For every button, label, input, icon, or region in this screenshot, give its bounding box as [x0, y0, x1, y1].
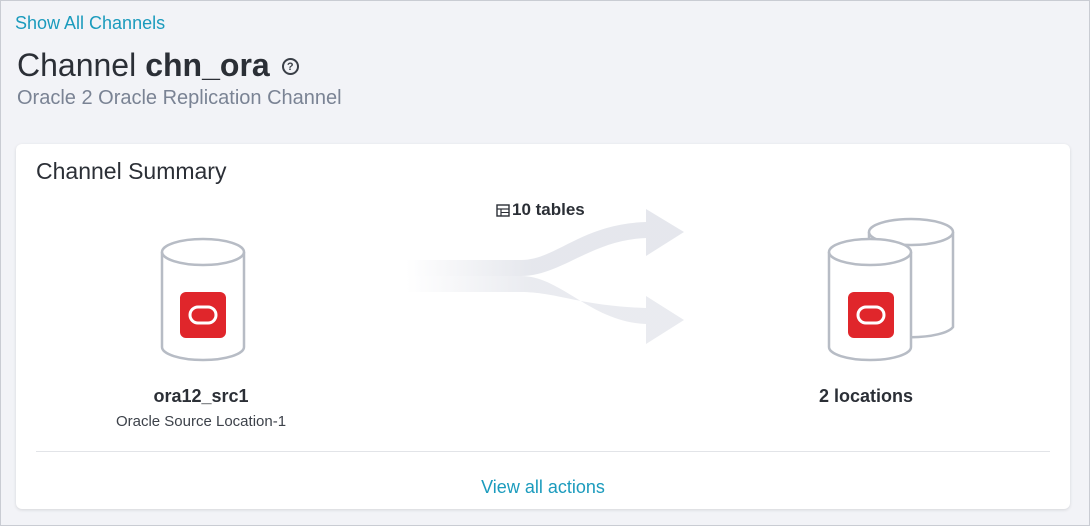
- source-location-name[interactable]: ora12_src1: [16, 386, 386, 407]
- title-prefix: Channel: [17, 47, 137, 83]
- channel-summary-card: Channel Summary 10 tables ora12_src1 Ora…: [16, 144, 1070, 509]
- source-location-description: Oracle Source Location-1: [115, 413, 287, 430]
- tables-count-label: 10 tables: [512, 200, 585, 219]
- channel-name: chn_ora: [145, 47, 270, 83]
- show-all-channels-link[interactable]: Show All Channels: [15, 13, 165, 34]
- view-all-actions-link[interactable]: View all actions: [16, 477, 1070, 498]
- tables-count[interactable]: 10 tables: [496, 200, 585, 220]
- page-title: Channel chn_ora ?: [17, 47, 299, 84]
- oracle-logo-icon: [848, 292, 894, 338]
- flow-diagram: [160, 209, 955, 362]
- divider: [36, 451, 1050, 452]
- table-icon: [496, 203, 510, 217]
- flow-arrows: [406, 209, 684, 344]
- target-database-icon: [827, 217, 955, 362]
- oracle-logo-icon: [180, 292, 226, 338]
- help-icon[interactable]: ?: [281, 58, 299, 75]
- page-subtitle: Oracle 2 Oracle Replication Channel: [17, 87, 342, 109]
- target-locations-count[interactable]: 2 locations: [766, 386, 966, 407]
